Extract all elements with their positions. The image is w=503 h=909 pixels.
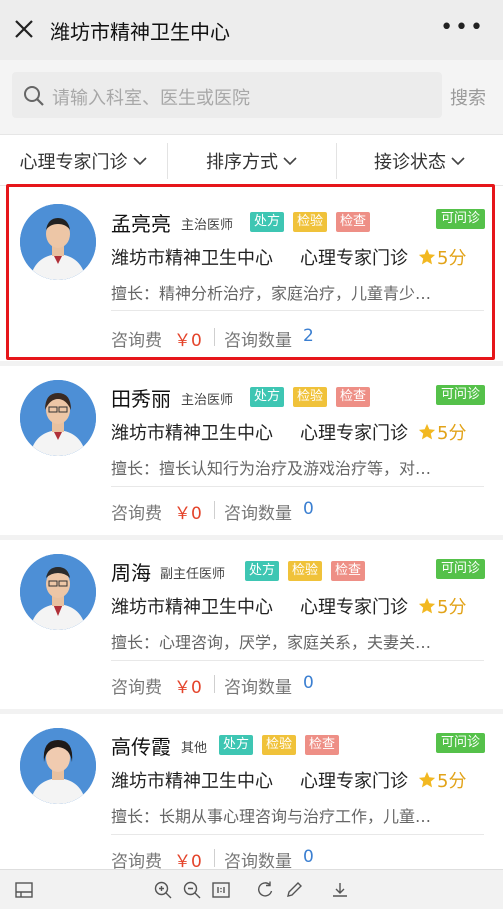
rating: 5分 — [418, 244, 466, 270]
doctor-name: 周海 — [111, 561, 151, 585]
doctor-rank: 主治医师 — [181, 393, 234, 408]
fee-label: 咨询费 — [111, 852, 162, 869]
search-icon — [24, 86, 44, 106]
zoom-out-icon[interactable] — [182, 880, 202, 900]
fee-value: ￥0 — [174, 678, 202, 698]
fee-label: 咨询费 — [111, 678, 162, 698]
chevron-down-icon — [132, 157, 147, 166]
count-value: 0 — [303, 847, 314, 867]
rating: 5分 — [418, 419, 466, 445]
count-label: 咨询数量 — [224, 331, 292, 351]
download-icon[interactable] — [330, 880, 350, 900]
actual-size-icon[interactable] — [211, 880, 231, 900]
count-label: 咨询数量 — [224, 678, 292, 698]
chevron-down-icon — [283, 157, 297, 166]
rating: 5分 — [418, 593, 466, 619]
avatar — [20, 554, 96, 630]
tag-prescription: 处方 — [250, 212, 285, 232]
specialty-text: 擅长：长期从事心理咨询与治疗工作，儿童… — [111, 807, 432, 826]
rating-value: 5分 — [437, 423, 467, 444]
hospital-name: 潍坊市精神卫生中心 — [111, 423, 273, 444]
star-icon — [418, 423, 436, 440]
count-value: 0 — [303, 499, 314, 519]
status-badge: 可问诊 — [436, 385, 486, 405]
chevron-down-icon — [451, 157, 465, 166]
star-icon — [418, 771, 436, 788]
status-badge: 可问诊 — [436, 733, 486, 753]
filter-sort[interactable]: 排序方式 — [168, 135, 336, 187]
count-value: 0 — [303, 673, 314, 693]
doctor-card[interactable]: 周海 副主任医师 处方 检验 检查 可问诊 潍坊市精神卫生中心 心理专家门诊 5… — [0, 540, 503, 714]
tag-lab-test: 检验 — [262, 735, 297, 755]
doctor-name: 田秀丽 — [111, 387, 171, 411]
doctor-card[interactable]: 孟亮亮 主治医师 处方 检验 检查 可问诊 潍坊市精神卫生中心 心理专家门诊 5… — [0, 187, 503, 361]
department-name: 心理专家门诊 — [300, 423, 408, 444]
fee-value: ￥0 — [174, 852, 202, 869]
tag-lab-test: 检验 — [288, 561, 323, 581]
tag-examination: 检查 — [336, 212, 371, 232]
rating-value: 5分 — [437, 248, 467, 269]
tag-examination: 检查 — [305, 735, 340, 755]
search-bar: 请输入科室、医生或医院 搜索 — [0, 60, 503, 134]
filter-status[interactable]: 接诊状态 — [337, 135, 503, 187]
filter-status-label: 接诊状态 — [374, 152, 446, 173]
tag-lab-test: 检验 — [293, 212, 328, 232]
avatar — [20, 728, 96, 804]
department-name: 心理专家门诊 — [300, 248, 408, 269]
doctor-name: 高传霞 — [111, 735, 171, 759]
edit-icon[interactable] — [284, 880, 304, 900]
rating-value: 5分 — [437, 771, 467, 792]
more-menu-icon[interactable]: ••• — [440, 17, 485, 39]
filter-bar: 心理专家门诊 排序方式 接诊状态 — [0, 134, 503, 186]
status-badge: 可问诊 — [436, 559, 486, 579]
search-placeholder: 请输入科室、医生或医院 — [52, 88, 250, 109]
tag-examination: 检查 — [331, 561, 366, 581]
doctor-name: 孟亮亮 — [111, 212, 171, 236]
doctor-card[interactable]: 高传霞 其他 处方 检验 检查 可问诊 潍坊市精神卫生中心 心理专家门诊 5分 … — [0, 714, 503, 869]
star-icon — [418, 248, 436, 265]
department-name: 心理专家门诊 — [300, 771, 408, 792]
close-icon[interactable] — [12, 17, 36, 41]
doctor-rank: 其他 — [181, 741, 208, 756]
filter-department-label: 心理专家门诊 — [19, 152, 128, 173]
count-value: 2 — [303, 326, 314, 346]
bottom-toolbar — [0, 869, 503, 909]
specialty-text: 擅长：擅长认知行为治疗及游戏治疗等，对… — [111, 459, 432, 478]
avatar — [20, 204, 96, 280]
fee-value: ￥0 — [174, 331, 202, 351]
tag-examination: 检查 — [336, 387, 371, 407]
hospital-name: 潍坊市精神卫生中心 — [111, 597, 273, 618]
hospital-name: 潍坊市精神卫生中心 — [111, 248, 273, 269]
doctor-rank: 主治医师 — [181, 218, 234, 233]
fee-label: 咨询费 — [111, 331, 162, 351]
sidebar-icon[interactable] — [14, 880, 34, 900]
rating-value: 5分 — [437, 597, 467, 618]
star-icon — [418, 597, 436, 614]
tag-lab-test: 检验 — [293, 387, 328, 407]
doctor-rank: 副主任医师 — [160, 567, 226, 582]
tag-prescription: 处方 — [245, 561, 280, 581]
zoom-in-icon[interactable] — [153, 880, 173, 900]
hospital-name: 潍坊市精神卫生中心 — [111, 771, 273, 792]
doctor-card[interactable]: 田秀丽 主治医师 处方 检验 检查 可问诊 潍坊市精神卫生中心 心理专家门诊 5… — [0, 366, 503, 540]
search-input[interactable]: 请输入科室、医生或医院 — [12, 72, 442, 118]
department-name: 心理专家门诊 — [300, 597, 408, 618]
filter-sort-label: 排序方式 — [206, 152, 278, 173]
status-badge: 可问诊 — [436, 209, 486, 229]
count-label: 咨询数量 — [224, 504, 292, 524]
rotate-icon[interactable] — [255, 880, 275, 900]
tag-prescription: 处方 — [219, 735, 254, 755]
title-bar: 潍坊市精神卫生中心 ••• — [0, 0, 503, 60]
rating: 5分 — [418, 767, 466, 793]
tag-prescription: 处方 — [250, 387, 285, 407]
fee-value: ￥0 — [174, 504, 202, 524]
search-button[interactable]: 搜索 — [450, 84, 486, 110]
specialty-text: 擅长：精神分析治疗，家庭治疗，儿童青少… — [111, 284, 432, 303]
count-label: 咨询数量 — [224, 852, 292, 869]
specialty-text: 擅长：心理咨询，厌学，家庭关系，夫妻关… — [111, 633, 432, 652]
fee-label: 咨询费 — [111, 504, 162, 524]
avatar — [20, 380, 96, 456]
filter-department[interactable]: 心理专家门诊 — [0, 135, 167, 187]
page-title: 潍坊市精神卫生中心 — [50, 20, 230, 44]
